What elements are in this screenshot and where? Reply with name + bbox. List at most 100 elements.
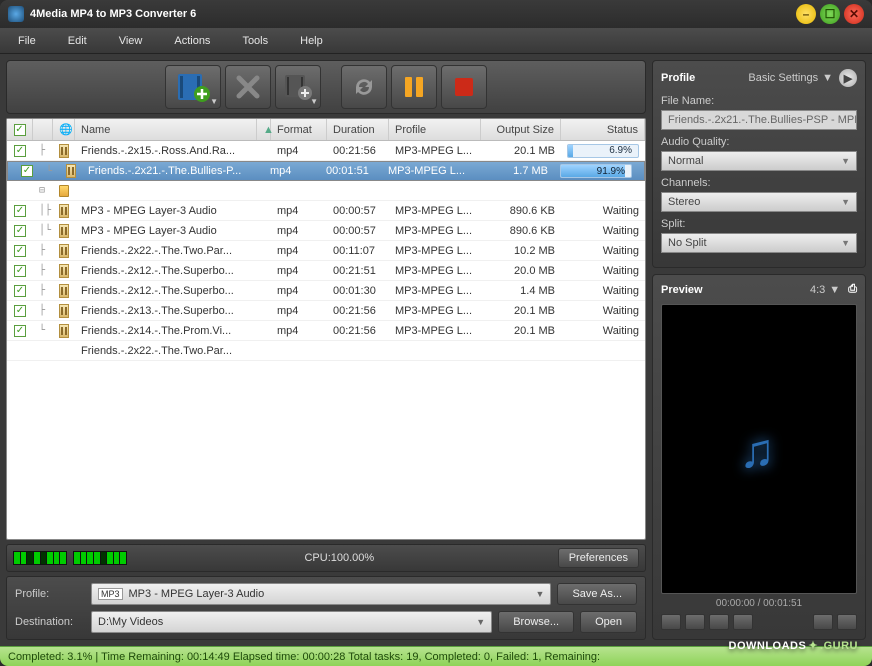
- snapshot-icon[interactable]: ⎙: [848, 283, 857, 296]
- row-format: mp4: [271, 321, 327, 340]
- row-name: Friends.-.2x12.-.The.Superbo...: [75, 281, 257, 300]
- col-name[interactable]: Name: [75, 119, 257, 140]
- menu-actions[interactable]: Actions: [164, 35, 232, 47]
- col-check[interactable]: ✓: [7, 119, 33, 140]
- col-tree: [33, 119, 53, 140]
- row-format: mp4: [271, 261, 327, 280]
- quality-select[interactable]: Normal▼: [661, 151, 857, 171]
- profile-combo[interactable]: MP3 MP3 - MPEG Layer-3 Audio ▼: [91, 583, 551, 605]
- table-row[interactable]: ✓├Friends.-.2x22.-.The.Two.Par...mp400:1…: [7, 241, 645, 261]
- pv-stop-button[interactable]: [709, 614, 729, 630]
- col-status[interactable]: Status: [561, 119, 645, 140]
- dropdown-arrow-icon: ▼: [310, 97, 318, 106]
- row-status: 91.9%: [554, 162, 638, 180]
- menu-help[interactable]: Help: [290, 35, 345, 47]
- row-status: Waiting: [561, 301, 645, 320]
- pv-next-button[interactable]: [733, 614, 753, 630]
- x-icon: [235, 74, 261, 100]
- row-name: Friends.-.2x22.-.The.Two.Par...: [75, 341, 257, 360]
- table-row[interactable]: ✓└Friends.-.2x14.-.The.Prom.Vi...mp400:2…: [7, 321, 645, 341]
- row-profile: MP3-MPEG L...: [389, 141, 481, 160]
- add-profile-button[interactable]: ▼: [275, 65, 321, 109]
- row-checkbox[interactable]: ✓: [14, 285, 26, 297]
- stop-button[interactable]: [441, 65, 487, 109]
- table-row[interactable]: ✓├Friends.-.2x12.-.The.Superbo...mp400:0…: [7, 281, 645, 301]
- table-row[interactable]: ✓│├MP3 - MPEG Layer-3 Audiomp400:00:57MP…: [7, 201, 645, 221]
- open-button[interactable]: Open: [580, 611, 637, 633]
- sort-asc-icon[interactable]: ▲: [257, 119, 271, 140]
- pv-prev-button[interactable]: [661, 614, 681, 630]
- menu-tools[interactable]: Tools: [232, 35, 290, 47]
- menu-file[interactable]: File: [8, 35, 58, 47]
- pv-vol-button[interactable]: [813, 614, 833, 630]
- preview-controls: [661, 613, 857, 631]
- row-name: MP3 - MPEG Layer-3 Audio: [75, 201, 257, 220]
- play-round-button[interactable]: ▶: [839, 69, 857, 87]
- row-profile: MP3-MPEG L...: [389, 301, 481, 320]
- row-duration: 00:21:56: [327, 141, 389, 160]
- row-checkbox[interactable]: ✓: [14, 225, 26, 237]
- row-status: [561, 341, 645, 360]
- cpu-label: CPU:100.00%: [304, 552, 374, 564]
- split-select[interactable]: No Split▼: [661, 233, 857, 253]
- table-row[interactable]: ✓├Friends.-.2x15.-.Ross.And.Ra...mp400:2…: [7, 141, 645, 161]
- channels-select[interactable]: Stereo▼: [661, 192, 857, 212]
- row-checkbox[interactable]: ✓: [21, 165, 33, 177]
- file-list-panel: ✓ 🌐 Name ▲ Format Duration Profile Outpu…: [6, 118, 646, 540]
- add-file-button[interactable]: ▼: [165, 65, 221, 109]
- table-row[interactable]: ⊟: [7, 181, 645, 201]
- row-size: 20.1 MB: [481, 141, 561, 160]
- row-size: 20.1 MB: [481, 321, 561, 340]
- dropdown-arrow-icon: ▼: [210, 97, 218, 106]
- destination-label: Destination:: [15, 616, 85, 628]
- preferences-button[interactable]: Preferences: [558, 548, 639, 568]
- menu-bar: File Edit View Actions Tools Help: [0, 28, 872, 54]
- col-format[interactable]: Format: [271, 119, 327, 140]
- col-duration[interactable]: Duration: [327, 119, 389, 140]
- table-row[interactable]: ✓├Friends.-.2x13.-.The.Superbo...mp400:2…: [7, 301, 645, 321]
- folder-icon: [59, 185, 69, 197]
- aspect-ratio-link[interactable]: 4:3▼: [810, 284, 840, 296]
- table-row[interactable]: ✓│└MP3 - MPEG Layer-3 Audiomp400:00:57MP…: [7, 221, 645, 241]
- row-checkbox[interactable]: ✓: [14, 265, 26, 277]
- row-name: Friends.-.2x15.-.Ross.And.Ra...: [75, 141, 257, 160]
- row-checkbox[interactable]: ✓: [14, 305, 26, 317]
- table-row[interactable]: ✓└Friends.-.2x21.-.The.Bullies-P...mp400…: [7, 161, 645, 181]
- maximize-button[interactable]: ☐: [820, 4, 840, 24]
- file-icon: [59, 264, 69, 278]
- row-checkbox[interactable]: ✓: [14, 145, 26, 157]
- quality-label: Audio Quality:: [661, 136, 857, 148]
- profile-panel-title: Profile: [661, 72, 695, 84]
- browse-button[interactable]: Browse...: [498, 611, 574, 633]
- close-button[interactable]: ✕: [844, 4, 864, 24]
- delete-button[interactable]: [225, 65, 271, 109]
- table-row[interactable]: ✓├Friends.-.2x12.-.The.Superbo...mp400:2…: [7, 261, 645, 281]
- stop-icon: [454, 77, 474, 97]
- row-checkbox[interactable]: ✓: [14, 325, 26, 337]
- dropdown-arrow-icon: ▼: [536, 589, 545, 599]
- pv-full-button[interactable]: [837, 614, 857, 630]
- pause-button[interactable]: [391, 65, 437, 109]
- row-checkbox[interactable]: ✓: [14, 245, 26, 257]
- basic-settings-link[interactable]: Basic Settings▼: [748, 72, 833, 84]
- row-checkbox[interactable]: ✓: [14, 205, 26, 217]
- save-as-button[interactable]: Save As...: [557, 583, 637, 605]
- minimize-button[interactable]: –: [796, 4, 816, 24]
- row-duration: 00:00:57: [327, 201, 389, 220]
- file-rows[interactable]: ✓├Friends.-.2x15.-.Ross.And.Ra...mp400:2…: [7, 141, 645, 539]
- convert-button[interactable]: [341, 65, 387, 109]
- col-profile[interactable]: Profile: [389, 119, 481, 140]
- filename-field[interactable]: Friends.-.2x21.-.The.Bullies-PSP - MPEG: [661, 110, 857, 130]
- row-format: mp4: [264, 162, 320, 180]
- destination-combo[interactable]: D:\My Videos ▼: [91, 611, 492, 633]
- dropdown-arrow-icon: ▼: [476, 617, 485, 627]
- menu-view[interactable]: View: [109, 35, 165, 47]
- preview-viewport[interactable]: [661, 304, 857, 594]
- col-size[interactable]: Output Size: [481, 119, 561, 140]
- menu-edit[interactable]: Edit: [58, 35, 109, 47]
- row-size: 890.6 KB: [481, 201, 561, 220]
- file-icon: [59, 244, 69, 258]
- table-row[interactable]: Friends.-.2x22.-.The.Two.Par...: [7, 341, 645, 361]
- pv-play-button[interactable]: [685, 614, 705, 630]
- col-globe-icon[interactable]: 🌐: [53, 119, 75, 140]
